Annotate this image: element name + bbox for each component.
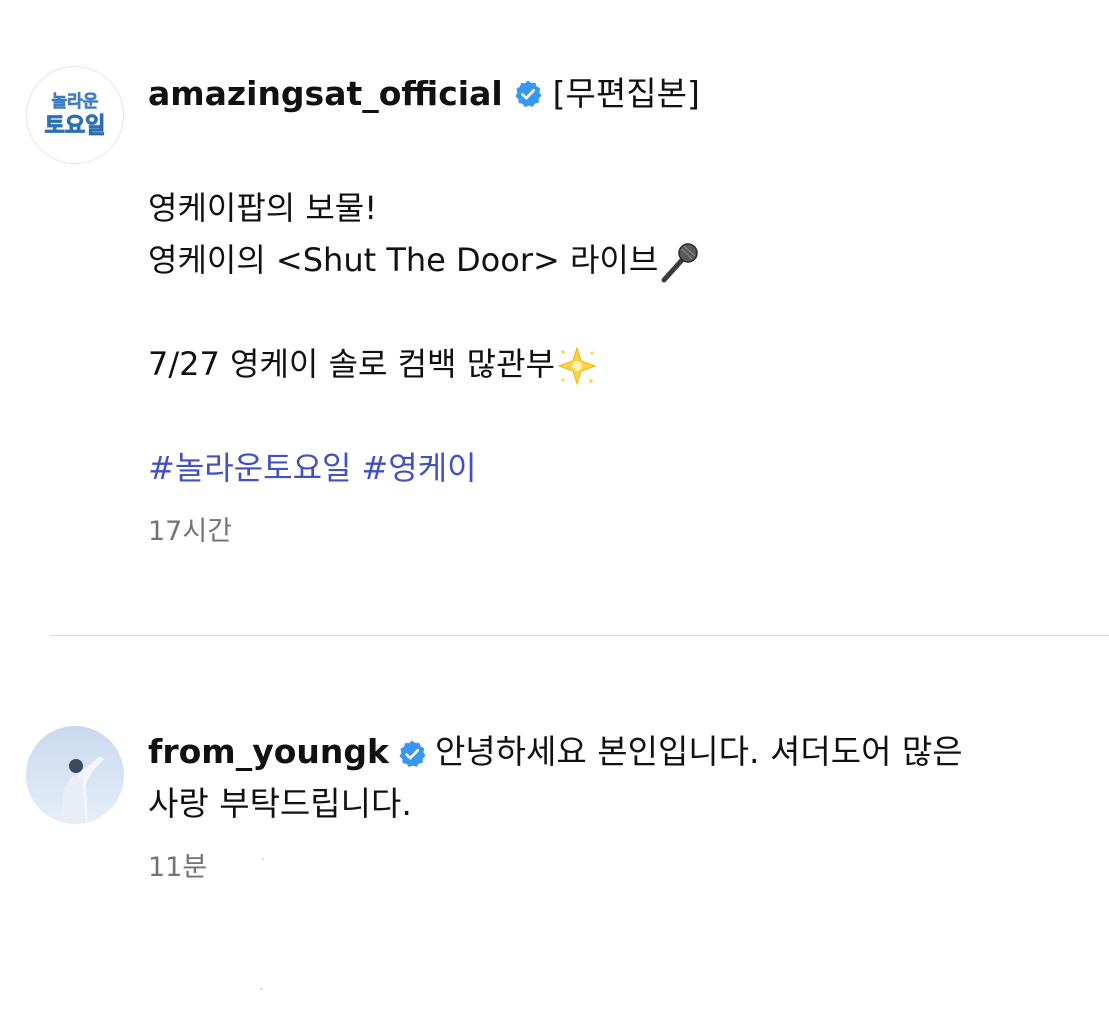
username-from-youngk[interactable]: from_youngk	[148, 732, 389, 771]
caption-line-3-text: 7/27 영케이 솔로 컴백 많관부	[148, 345, 555, 383]
caption-line-2-text: 영케이의 <Shut The Door> 라이브	[148, 241, 659, 279]
verified-badge-icon	[515, 80, 542, 108]
reply-text-line-2: 사랑 부탁드립니다.	[148, 784, 412, 823]
username-amazingsat[interactable]: amazingsat_official	[148, 66, 503, 122]
speck	[262, 858, 264, 860]
hashtag-amazingsat[interactable]: #놀라운토요일	[148, 449, 351, 487]
caption-line-1: 영케이팝의 보물!	[148, 189, 378, 227]
amazingsat-avatar[interactable]: 놀라운 토요일	[26, 66, 124, 164]
verified-badge-icon	[399, 740, 426, 767]
post-timestamp[interactable]: 17시간	[148, 512, 1069, 552]
divider	[50, 635, 1109, 636]
sparkle-star-emoji	[557, 346, 597, 386]
reply-text-line-1: 안녕하세요 본인입니다. 셔더도어 많은	[434, 732, 963, 771]
title-suffix: [무편집본]	[552, 74, 700, 113]
reply-text-block: from_youngk 안녕하세요 본인입니다. 셔더도어 많은 사랑 부탁드립…	[148, 726, 1069, 830]
caption-line-3: 7/27 영케이 솔로 컴백 많관부	[148, 338, 1069, 390]
speck	[260, 988, 262, 990]
reply-timestamp[interactable]: 11분	[148, 848, 1069, 888]
hashtag-youngk[interactable]: #영케이	[361, 449, 476, 487]
reply-content: from_youngk 안녕하세요 본인입니다. 셔더도어 많은 사랑 부탁드립…	[148, 726, 1069, 888]
logo-text-bottom: 토요일	[45, 114, 106, 139]
hashtag-list: #놀라운토요일 #영케이	[148, 442, 1069, 494]
caption-header: amazingsat_official [무편집본]	[148, 66, 1069, 122]
caption-content: amazingsat_official [무편집본] 영케이팝의 보물! 영케이…	[148, 66, 1069, 552]
caption-line-2: 영케이의 <Shut The Door> 라이브	[148, 234, 1069, 286]
amazingsat-logo: 놀라운 토요일	[27, 67, 123, 163]
logo-text-top: 놀라운	[52, 92, 99, 112]
profile-photo	[26, 726, 124, 824]
microphone-emoji	[661, 243, 699, 283]
from-youngk-avatar[interactable]	[26, 726, 124, 824]
